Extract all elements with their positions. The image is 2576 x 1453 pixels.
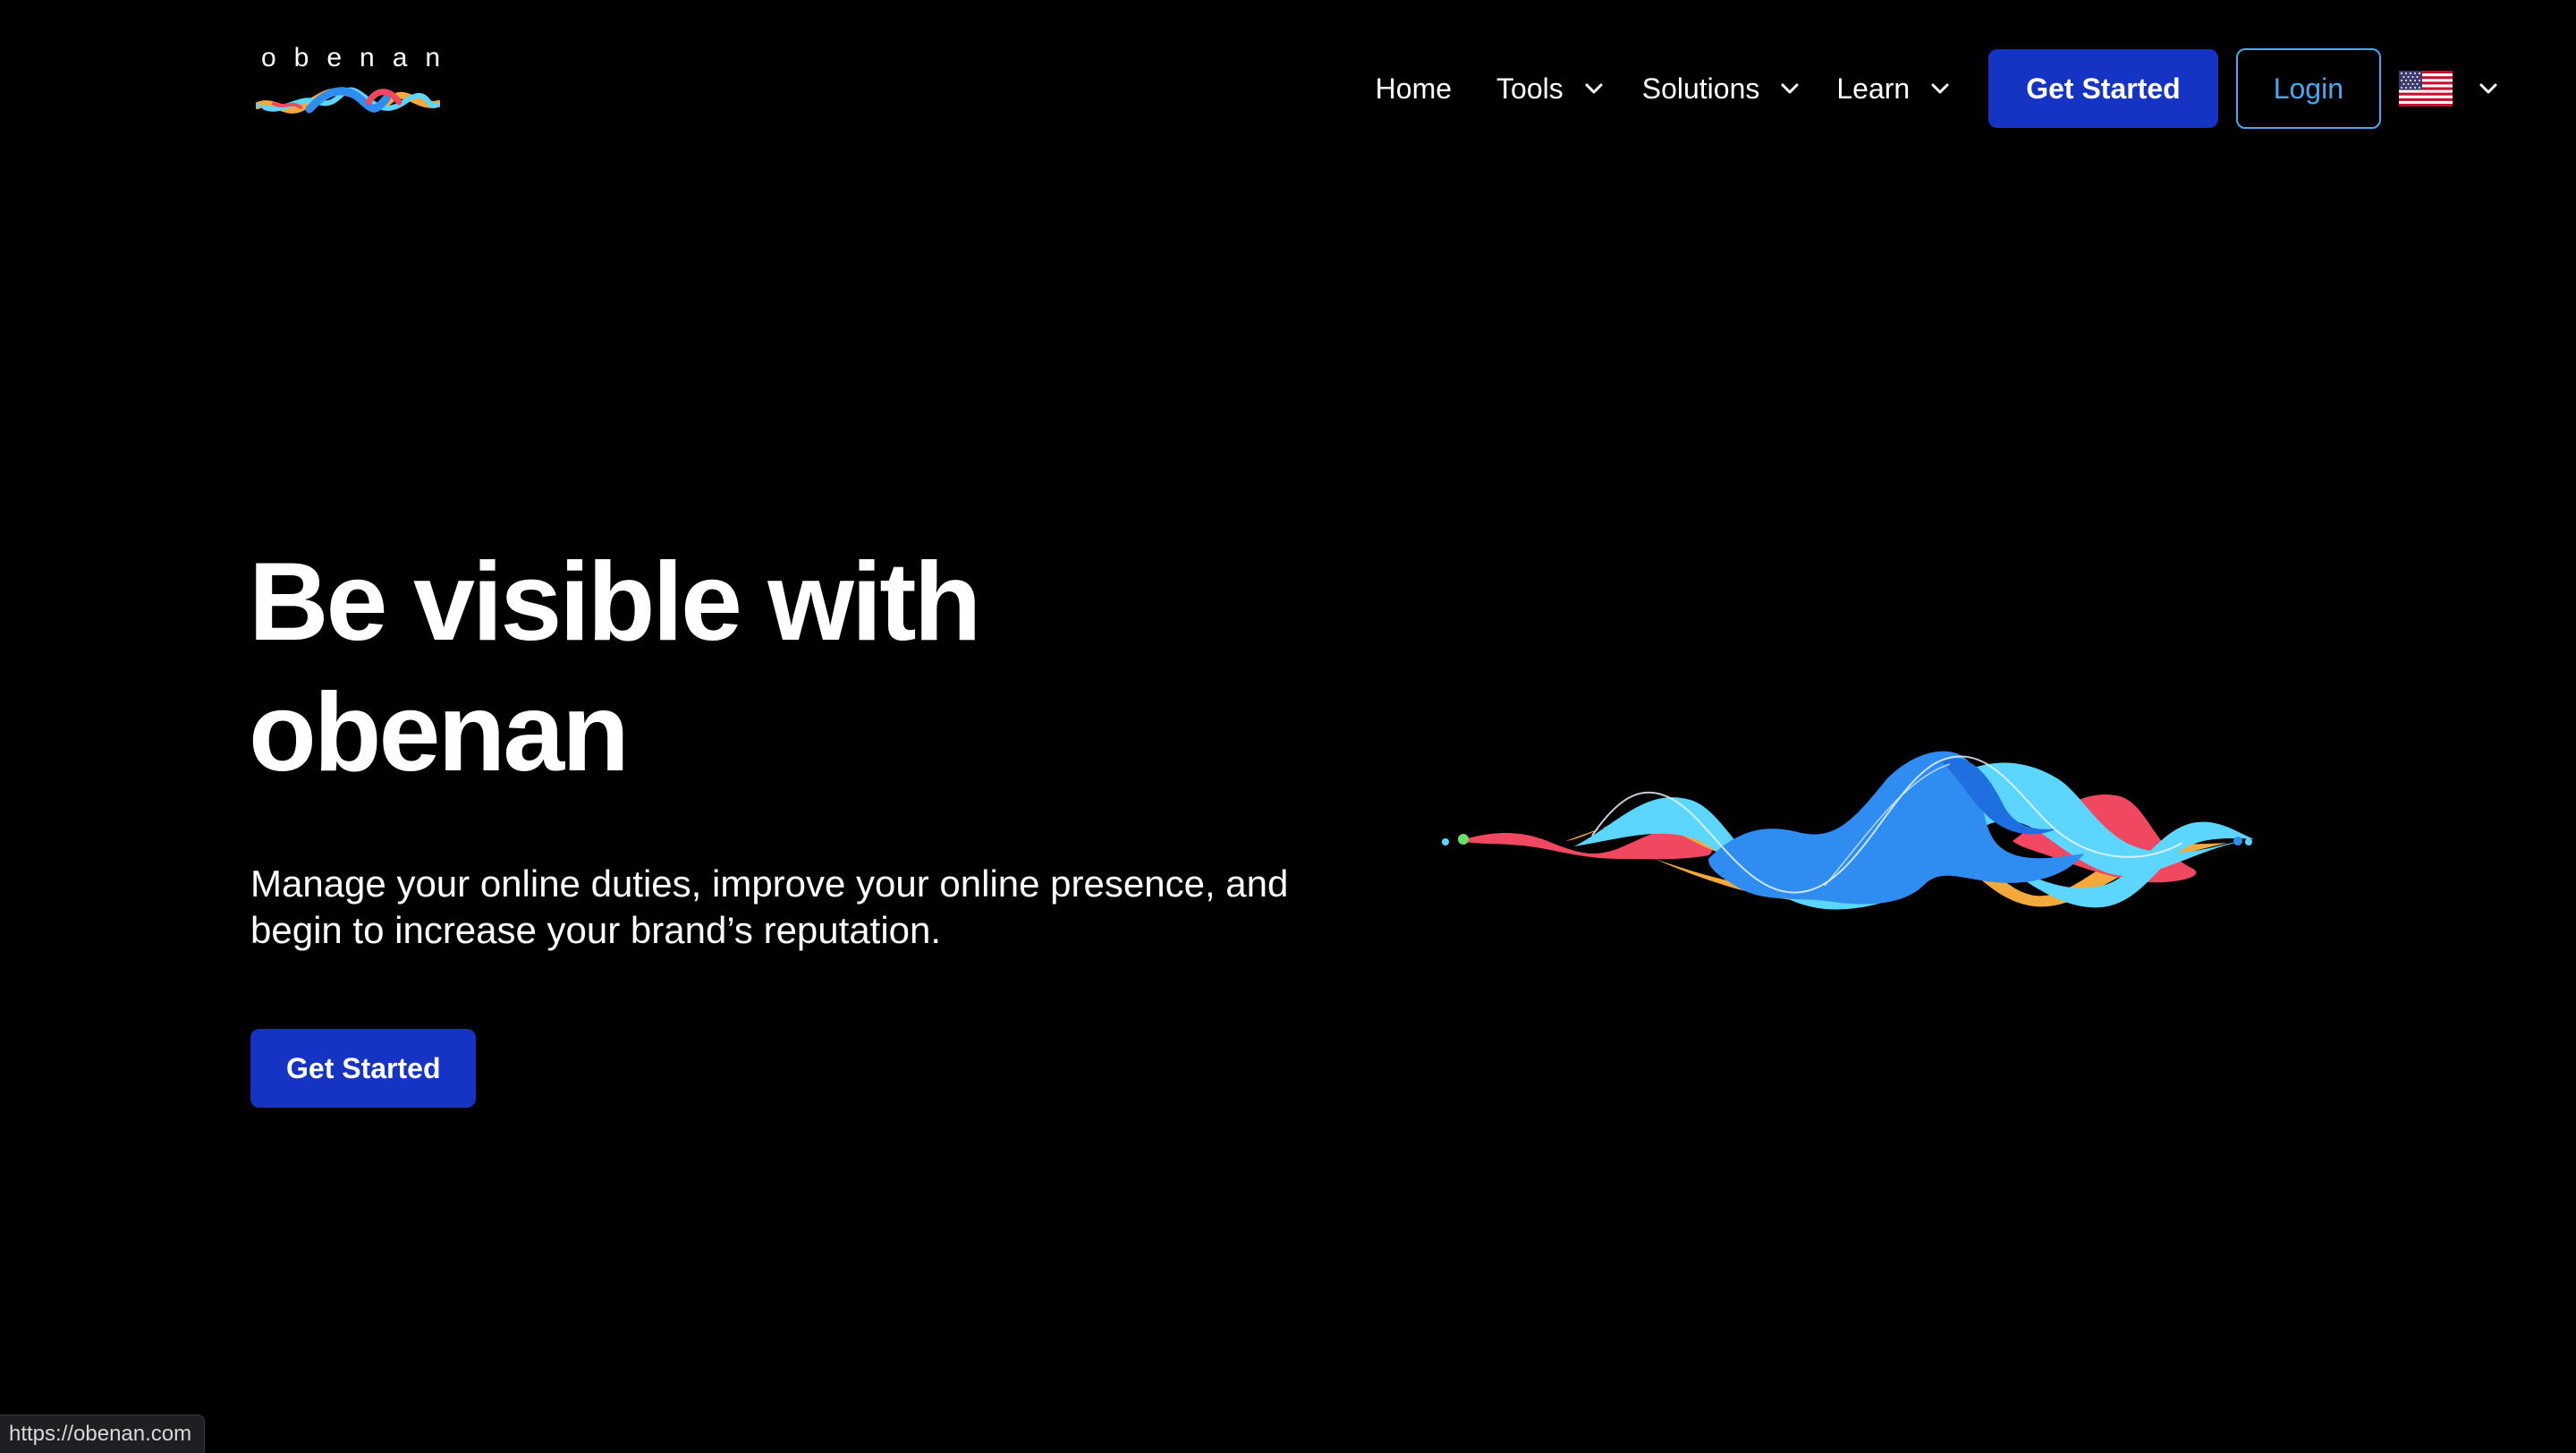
chevron-down-icon — [1585, 83, 1603, 94]
nav-learn[interactable]: Learn — [1836, 72, 1951, 106]
nav-home[interactable]: Home — [1376, 72, 1452, 106]
logo-wordmark: obenan — [261, 43, 459, 72]
main-nav: Home Tools Solutions Learn Get Started L… — [1376, 48, 2499, 129]
nav-tools-label: Tools — [1496, 72, 1563, 105]
login-button[interactable]: Login — [2235, 48, 2381, 129]
nav-solutions-label: Solutions — [1641, 72, 1760, 105]
chevron-down-icon — [1781, 83, 1799, 94]
nav-tools[interactable]: Tools — [1496, 72, 1605, 106]
hero-subtitle: Manage your online duties, improve your … — [250, 862, 1289, 951]
page: obenan Home Tools Solutions Learn Get St… — [0, 0, 2576, 1453]
obenan-logo[interactable]: obenan — [252, 36, 444, 134]
get-started-button[interactable]: Get Started — [1988, 49, 2218, 128]
chevron-down-icon — [1931, 83, 1949, 94]
us-flag-icon — [2399, 71, 2453, 106]
logo-wave-icon — [256, 87, 440, 114]
sound-wave-illustration — [1442, 751, 2254, 910]
status-bar-url: https://obenan.com — [0, 1415, 206, 1453]
nav-solutions[interactable]: Solutions — [1642, 72, 1801, 106]
language-selector[interactable] — [2399, 71, 2499, 106]
nav-home-label: Home — [1375, 72, 1453, 105]
hero-title: Be visible with obenan — [249, 540, 981, 794]
hero-get-started-button[interactable]: Get Started — [250, 1029, 477, 1108]
chevron-down-icon — [2479, 83, 2497, 94]
nav-learn-label: Learn — [1836, 72, 1911, 105]
